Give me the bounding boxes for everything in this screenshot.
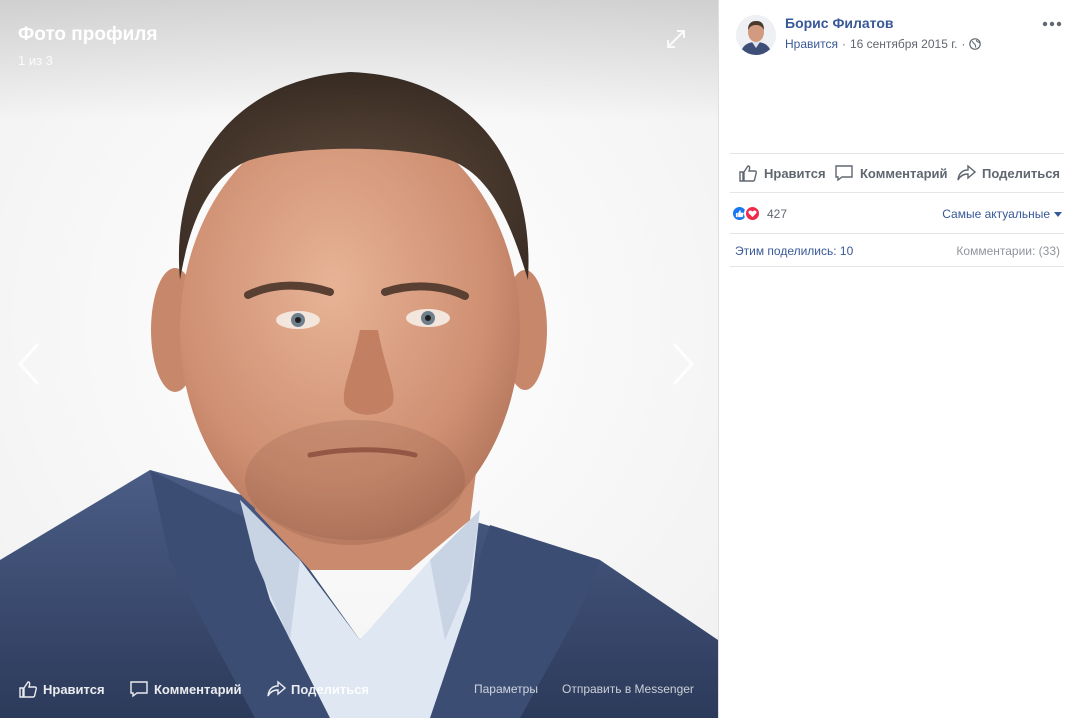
photo-viewer: Фото профиля 1 из 3 Нравится Комментарий — [0, 0, 718, 718]
thumbs-up-icon — [19, 681, 37, 698]
avatar[interactable] — [736, 15, 776, 55]
reaction-icons[interactable] — [731, 205, 761, 222]
sort-label: Самые актуальные — [942, 207, 1050, 221]
viewer-comment-label: Комментарий — [154, 681, 242, 697]
post-date[interactable]: 16 сентября 2015 г. — [850, 37, 958, 51]
meta-separator: · — [961, 37, 966, 51]
options-link[interactable]: Параметры — [474, 682, 538, 696]
viewer-comment-button[interactable]: Комментарий — [129, 680, 242, 698]
more-options-icon[interactable] — [1041, 19, 1063, 29]
photo-album-title: Фото профиля — [18, 24, 158, 45]
author-name-link[interactable]: Борис Филатов — [785, 15, 894, 31]
comment-label: Комментарий — [860, 165, 948, 181]
comment-sort-dropdown[interactable]: Самые актуальные — [942, 207, 1062, 221]
post-stats-row: Этим поделились: 10 Комментарии: (33) — [730, 235, 1064, 267]
like-label: Нравится — [764, 165, 826, 181]
shares-link[interactable]: Этим поделились: 10 — [735, 244, 853, 258]
post-details-panel: Борис Филатов Нравится · 16 сентября 201… — [718, 0, 1073, 718]
thumbs-up-icon — [739, 165, 757, 182]
like-button[interactable]: Нравится — [738, 164, 826, 182]
viewer-like-button[interactable]: Нравится — [18, 680, 105, 698]
comment-icon — [835, 165, 853, 182]
previous-photo-icon[interactable] — [14, 340, 44, 388]
viewer-share-label: Поделиться — [291, 681, 370, 697]
top-overlay — [0, 0, 718, 120]
viewer-like-label: Нравится — [43, 681, 105, 697]
comment-icon — [130, 681, 148, 698]
reactions-row: 427 Самые актуальные — [730, 194, 1064, 234]
post-meta: Нравится · 16 сентября 2015 г. · — [785, 37, 982, 51]
share-icon — [267, 680, 286, 697]
photo-counter: 1 из 3 — [18, 53, 53, 68]
love-reaction-icon — [744, 205, 761, 222]
share-icon — [957, 164, 976, 181]
post-action-bar: Нравится Комментарий Поделиться — [730, 153, 1064, 193]
comments-count-link[interactable]: Комментарии: (33) — [956, 244, 1060, 258]
globe-icon[interactable] — [969, 38, 982, 50]
like-page-link[interactable]: Нравится — [785, 37, 838, 51]
send-in-messenger-link[interactable]: Отправить в Messenger — [562, 682, 694, 696]
share-label: Поделиться — [982, 165, 1061, 181]
comment-button[interactable]: Комментарий — [834, 164, 948, 182]
viewer-footer: Нравится Комментарий Поделиться Параметр… — [0, 672, 718, 706]
viewer-share-button[interactable]: Поделиться — [266, 680, 369, 698]
share-button[interactable]: Поделиться — [956, 164, 1060, 182]
fullscreen-icon[interactable] — [664, 27, 688, 51]
meta-separator: · — [841, 37, 846, 51]
avatar-image — [736, 15, 776, 55]
caret-down-icon — [1054, 211, 1062, 217]
next-photo-icon[interactable] — [668, 340, 698, 388]
reaction-count[interactable]: 427 — [767, 207, 787, 221]
